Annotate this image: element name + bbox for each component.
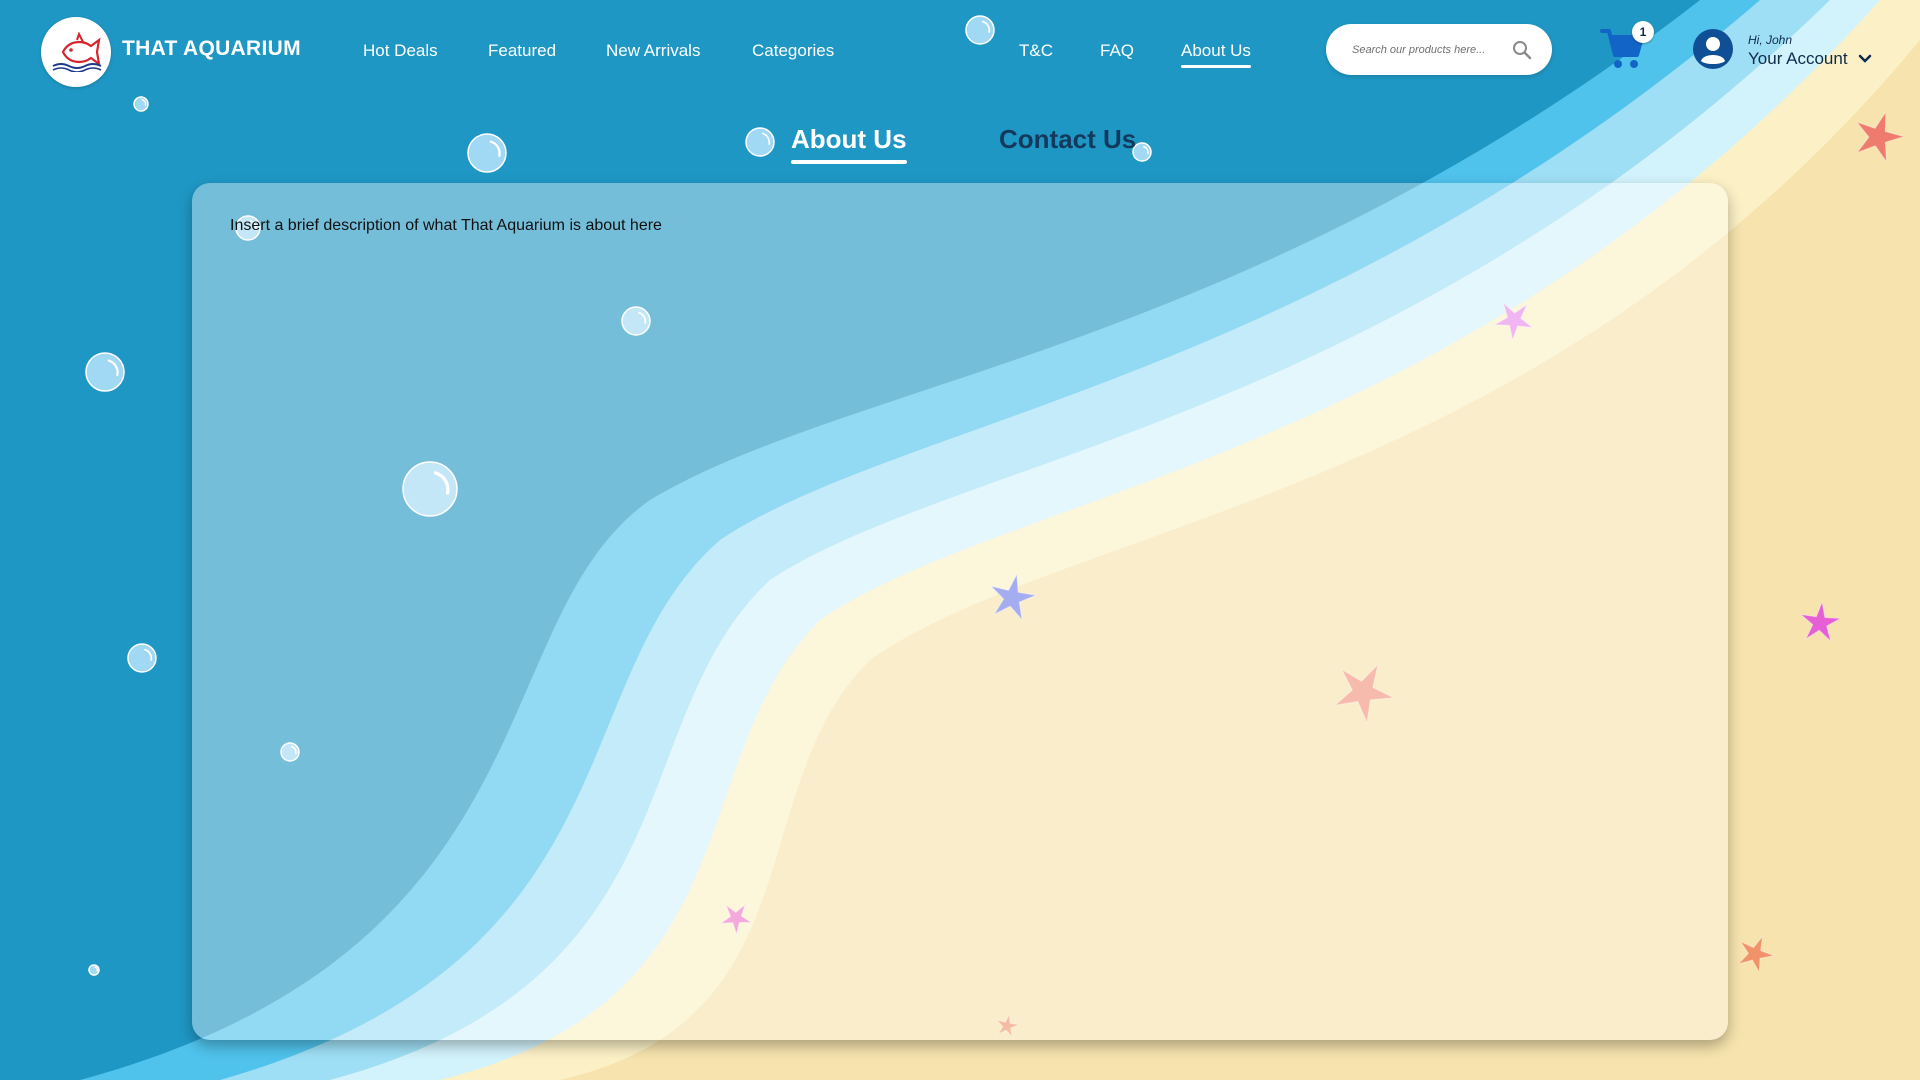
user-icon xyxy=(1693,29,1733,69)
nav-terms[interactable]: T&C xyxy=(1019,41,1053,61)
brand-name: THAT AQUARIUM xyxy=(122,37,301,60)
tab-contact-us[interactable]: Contact Us xyxy=(999,124,1136,155)
nav-faq[interactable]: FAQ xyxy=(1100,41,1134,61)
nav-new-arrivals[interactable]: New Arrivals xyxy=(606,41,700,61)
bubble-icon xyxy=(467,133,507,173)
search-icon[interactable] xyxy=(1512,40,1532,60)
cart-count-badge: 1 xyxy=(1632,21,1654,43)
about-panel: Insert a brief description of what That … xyxy=(192,183,1728,1040)
tab-about-us[interactable]: About Us xyxy=(791,124,907,164)
nav-featured[interactable]: Featured xyxy=(488,41,556,61)
search-bar xyxy=(1326,24,1552,75)
account-label: Your Account xyxy=(1748,49,1848,68)
bubble-icon xyxy=(745,127,775,157)
search-input[interactable] xyxy=(1350,42,1512,57)
nav-categories[interactable]: Categories xyxy=(752,41,834,61)
chevron-down-icon xyxy=(1858,54,1872,63)
bubble-icon xyxy=(88,964,100,976)
nav-hot-deals[interactable]: Hot Deals xyxy=(363,41,438,61)
nav-about-us[interactable]: About Us xyxy=(1181,41,1251,68)
brand-logo[interactable] xyxy=(41,17,111,87)
cart-button[interactable]: 1 xyxy=(1600,21,1654,73)
account-greeting: Hi, John xyxy=(1748,33,1793,47)
fish-logo-icon xyxy=(52,32,102,72)
bubble-icon xyxy=(965,15,995,45)
bubble-icon xyxy=(133,96,149,112)
bubble-icon xyxy=(127,643,157,673)
bubble-icon xyxy=(85,352,125,392)
about-description: Insert a brief description of what That … xyxy=(230,217,662,234)
account-menu[interactable]: Hi, John Your Account xyxy=(1692,28,1882,74)
